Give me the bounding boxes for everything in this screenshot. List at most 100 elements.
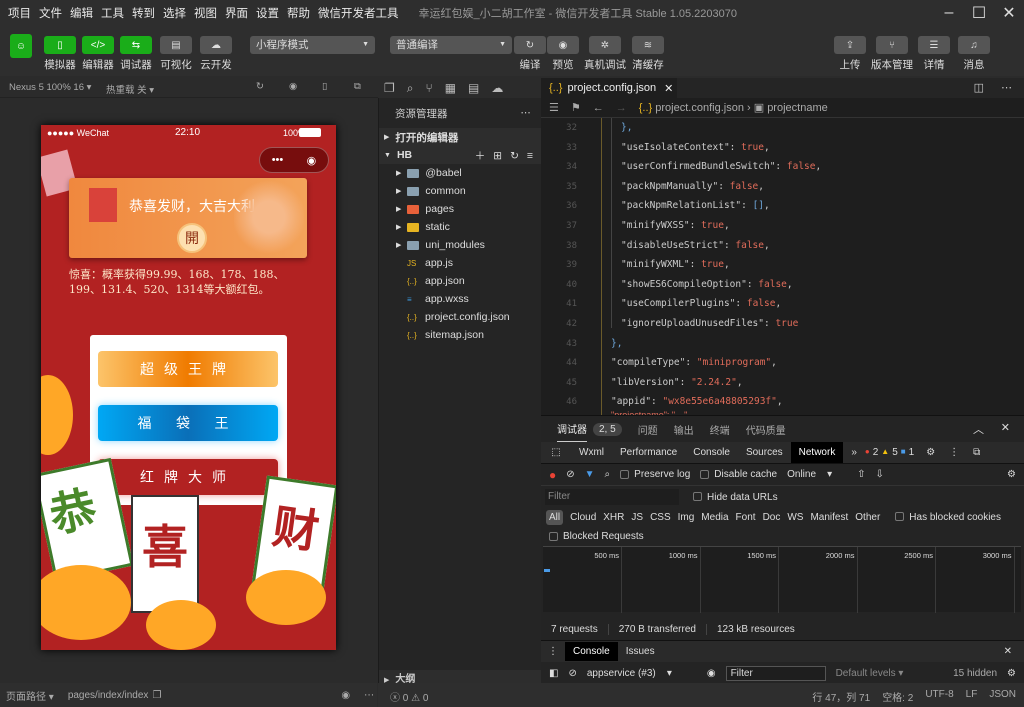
preserve-log-checkbox[interactable]: Preserve log	[620, 469, 690, 480]
folder-item[interactable]: ▶ @babel	[379, 164, 541, 182]
list-icon[interactable]: ☰	[549, 101, 559, 114]
levels-select[interactable]: Default levels ▾	[836, 668, 904, 679]
panel-tab-wxml[interactable]: Wxml	[571, 442, 612, 463]
menu-item[interactable]: 工具	[101, 5, 124, 21]
devtools-tab[interactable]: 输出	[674, 422, 694, 437]
menu-item[interactable]: 微信开发者工具	[318, 5, 399, 21]
compile-select[interactable]: 普通编译 ▼	[390, 36, 512, 54]
type-filter-img[interactable]: Img	[678, 512, 695, 523]
extensions-icon[interactable]: ▦	[445, 81, 456, 95]
console-filter-input[interactable]: Filter	[725, 665, 826, 681]
split-editor-icon[interactable]: ◫	[974, 81, 984, 94]
import-icon[interactable]: ⇧	[857, 469, 865, 480]
menu-item[interactable]: 项目	[8, 5, 31, 21]
remote-debug-button[interactable]: ✲	[589, 36, 621, 54]
minimize-button[interactable]: –	[934, 4, 964, 22]
search-icon[interactable]: ⌕	[605, 469, 611, 480]
menu-item[interactable]: 文件	[39, 5, 62, 21]
file-item[interactable]: ≡ app.wxss	[379, 290, 541, 308]
folder-item[interactable]: ▶ common	[379, 182, 541, 200]
devtools-tab[interactable]: 终端	[710, 422, 730, 437]
menu-item[interactable]: 编辑	[70, 5, 93, 21]
type-filter-cloud[interactable]: Cloud	[570, 512, 596, 523]
menu-item[interactable]: 视图	[194, 5, 217, 21]
outline-section[interactable]: ▶ 大纲	[379, 670, 542, 685]
problems-indicator[interactable]: ⓧ 0 ⚠ 0	[390, 689, 428, 704]
toolbar-simulator-button[interactable]: ▯	[44, 36, 76, 54]
eye-icon[interactable]: ◉	[707, 668, 716, 679]
menu-item[interactable]: 选择	[163, 5, 186, 21]
toolbar-editor-button[interactable]: </>	[82, 36, 114, 54]
inspect-icon[interactable]: ⬚	[541, 447, 571, 458]
preview-button[interactable]: ◉	[547, 36, 579, 54]
context-select[interactable]: appservice (#3) ▾	[587, 668, 697, 679]
more-icon[interactable]: ⋯	[364, 690, 374, 701]
close-miniprogram-icon[interactable]: ◉	[307, 154, 317, 167]
folder-item[interactable]: ▶ static	[379, 218, 541, 236]
menu-dots-icon[interactable]: •••	[272, 154, 284, 166]
hide-data-urls-checkbox[interactable]: Hide data URLs	[693, 492, 778, 503]
close-devtools-icon[interactable]: ✕	[1001, 421, 1010, 434]
menu-item[interactable]: 界面	[225, 5, 248, 21]
maximize-button[interactable]: ☐	[964, 3, 994, 23]
messages-button[interactable]: ♫	[958, 36, 990, 54]
issue-counts[interactable]: ● 2 ▲ 5 ■ 1	[865, 447, 914, 458]
type-filter-font[interactable]: Font	[736, 512, 756, 523]
menu-item[interactable]: 帮助	[287, 5, 310, 21]
window-icon[interactable]: ⧉	[354, 81, 361, 92]
open-button[interactable]: 開	[177, 223, 207, 253]
type-filter-ws[interactable]: WS	[787, 512, 803, 523]
disable-cache-checkbox[interactable]: Disable cache	[700, 469, 777, 480]
bookmark-icon[interactable]: ⚑	[571, 101, 581, 114]
close-tab-icon[interactable]: ✕	[664, 82, 673, 95]
type-filter-manifest[interactable]: Manifest	[810, 512, 848, 523]
toolbar-visual-button[interactable]: ▤	[160, 36, 192, 54]
hb-section[interactable]: ▼ HB ＋⊞↻≡	[379, 146, 541, 164]
type-filter-other[interactable]: Other	[855, 512, 880, 523]
console-settings-icon[interactable]: ⚙	[1007, 668, 1016, 679]
encoding[interactable]: UTF-8	[925, 689, 953, 704]
collapse-icon[interactable]: ︿	[973, 421, 984, 437]
menu-item[interactable]: 设置	[256, 5, 279, 21]
copy-icon[interactable]: ❐	[152, 690, 161, 701]
panel-tab-network[interactable]: Network	[790, 442, 844, 463]
mode-select[interactable]: 小程序模式 ▼	[250, 36, 375, 54]
throttle-select[interactable]: Online ▾	[787, 469, 847, 480]
line-ending[interactable]: LF	[966, 689, 978, 704]
type-filter-xhr[interactable]: XHR	[603, 512, 624, 523]
files-icon[interactable]: ❐	[384, 81, 395, 95]
filter-icon[interactable]: ▼	[585, 469, 595, 480]
details-button[interactable]: ☰	[918, 36, 950, 54]
explorer-actions[interactable]: ＋⊞↻≡	[475, 148, 541, 163]
type-filter-media[interactable]: Media	[701, 512, 728, 523]
open-editors-section[interactable]: ▶ 打开的编辑器	[379, 128, 541, 146]
folder-item[interactable]: ▶ uni_modules	[379, 236, 541, 254]
file-item[interactable]: {..} sitemap.json	[379, 326, 541, 344]
devtools-tab[interactable]: 调试器	[557, 416, 587, 443]
record-icon[interactable]: ◉	[289, 81, 297, 92]
indentation[interactable]: 空格: 2	[882, 689, 913, 704]
has-blocked-cookies-checkbox[interactable]: Has blocked cookies	[895, 512, 1001, 523]
drawer-tab-issues[interactable]: Issues	[618, 642, 663, 661]
compile-button[interactable]: ↻	[514, 36, 546, 54]
folder-item[interactable]: ▶ pages	[379, 200, 541, 218]
toolbar-debugger-button[interactable]: ⇆	[120, 36, 152, 54]
export-icon[interactable]: ⇩	[876, 469, 884, 480]
tab-project-config[interactable]: {..} project.config.json ✕	[541, 78, 677, 98]
type-filter-css[interactable]: CSS	[650, 512, 671, 523]
page-path-label[interactable]: 页面路径 ▾	[6, 688, 54, 703]
cursor-position[interactable]: 行 47，列 71	[812, 689, 870, 704]
git-icon[interactable]: ⑂	[426, 81, 433, 95]
devtools-tab[interactable]: 问题	[638, 422, 658, 437]
layout-icon[interactable]: ▤	[468, 81, 479, 95]
cloud-icon[interactable]: ☁	[491, 81, 503, 95]
sidebar-toggle-icon[interactable]: ◧	[549, 668, 558, 679]
device-select[interactable]: Nexus 5 100% 16 ▾	[9, 82, 91, 93]
record-button[interactable]: ●	[549, 468, 556, 482]
back-icon[interactable]: ←	[593, 102, 604, 114]
panel-tab-console[interactable]: Console	[685, 442, 738, 463]
super-trump-button[interactable]: 超级王牌	[98, 351, 278, 387]
language-mode[interactable]: JSON	[989, 689, 1016, 704]
menu-item[interactable]: 转到	[132, 5, 155, 21]
devtools-tab[interactable]: 代码质量	[746, 422, 786, 437]
